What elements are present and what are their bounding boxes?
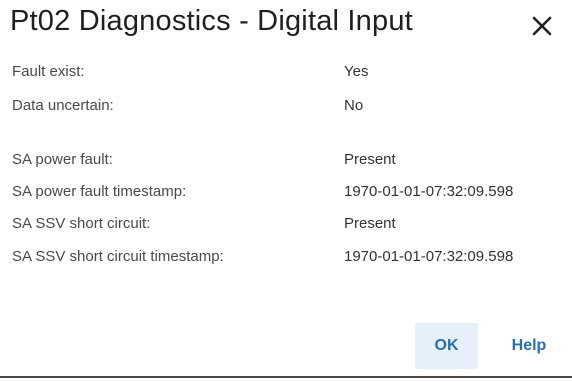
sa-ssv-short-circuit-value: Present <box>344 215 396 232</box>
sa-power-fault-timestamp-value: 1970-01-01-07:32:09.598 <box>344 183 514 200</box>
ok-button[interactable]: OK <box>415 323 478 369</box>
data-uncertain-value: No <box>344 97 364 114</box>
sa-power-fault-label: SA power fault: <box>12 151 113 168</box>
sa-power-fault-timestamp-label: SA power fault timestamp: <box>12 183 187 200</box>
sa-ssv-short-circuit-timestamp-value: 1970-01-01-07:32:09.598 <box>344 248 514 265</box>
sa-power-fault-value: Present <box>344 151 396 168</box>
diagnostics-dialog: Pt02 Diagnostics - Digital Input Fault e… <box>0 0 572 378</box>
help-button[interactable]: Help <box>496 323 562 369</box>
fault-exist-label: Fault exist: <box>12 63 85 80</box>
fault-exist-value: Yes <box>344 63 369 80</box>
sa-ssv-short-circuit-label: SA SSV short circuit: <box>12 215 151 232</box>
sa-ssv-short-circuit-timestamp-label: SA SSV short circuit timestamp: <box>12 248 224 265</box>
dialog-title: Pt02 Diagnostics - Digital Input <box>10 5 413 37</box>
data-uncertain-label: Data uncertain: <box>12 97 114 114</box>
close-icon[interactable] <box>529 13 555 39</box>
